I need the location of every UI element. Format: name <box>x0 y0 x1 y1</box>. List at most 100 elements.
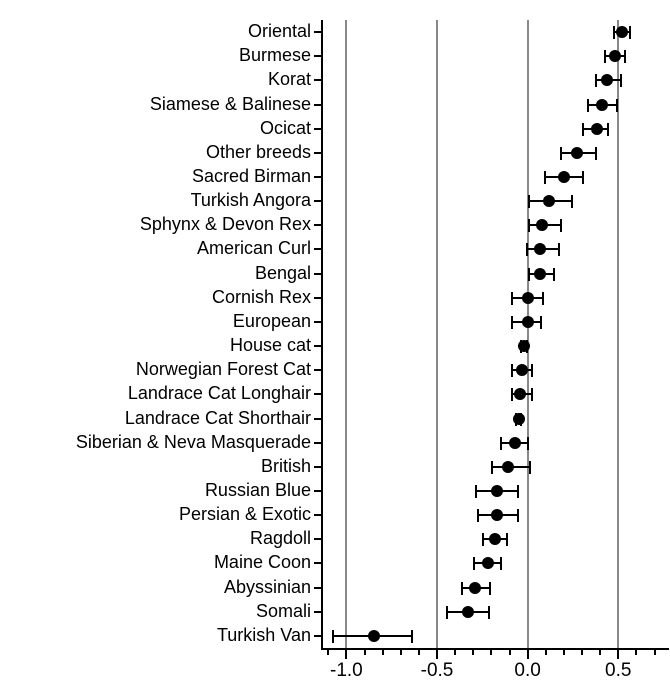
y-axis-tick <box>314 31 321 34</box>
error-bar-cap-high <box>500 557 503 571</box>
error-bar-cap-high <box>531 364 534 378</box>
plot-area <box>321 20 669 648</box>
x-axis-minor-tick <box>417 650 420 655</box>
estimate-dot <box>590 122 603 135</box>
error-bar-cap-low <box>482 533 485 547</box>
estimate-dot <box>570 146 583 159</box>
error-bar-cap-high <box>552 267 555 281</box>
x-axis-minor-tick <box>381 650 384 655</box>
estimate-dot <box>481 557 494 570</box>
error-bar-cap-low <box>543 171 546 184</box>
y-axis-label: Russian Blue <box>204 480 311 500</box>
error-bar-cap-low <box>511 388 514 402</box>
gridline <box>617 20 620 648</box>
y-axis-label: Oriental <box>247 21 311 42</box>
x-axis-major-tick <box>436 650 438 659</box>
error-bar-cap-low <box>511 364 514 378</box>
error-bar-cap-low <box>473 557 476 571</box>
error-bar-cap-high <box>628 26 631 40</box>
error-bar-cap-low <box>476 509 479 523</box>
x-axis-minor-tick <box>508 650 511 655</box>
x-axis-major-tick <box>617 650 620 659</box>
x-axis-minor-tick <box>472 650 475 655</box>
y-axis-tick <box>314 55 321 58</box>
error-bar-cap-high <box>560 219 563 233</box>
x-axis-tick-label: 0.0 <box>514 660 541 681</box>
y-axis-tick <box>314 79 321 82</box>
x-axis-tick-label: -0.5 <box>420 660 454 681</box>
y-axis-label: Bengal <box>254 262 311 283</box>
y-axis-tick <box>314 562 321 565</box>
y-axis-label: Siamese & Balinese <box>149 93 311 114</box>
y-axis-tick <box>314 176 321 178</box>
x-axis-minor-tick <box>653 650 656 655</box>
y-axis-tick <box>314 610 321 613</box>
estimate-dot <box>595 98 608 111</box>
x-axis-minor-tick <box>562 650 565 655</box>
estimate-dot <box>557 171 570 183</box>
error-bar-cap-low <box>527 219 530 233</box>
y-axis-tick <box>314 248 321 251</box>
error-bar-cap-low <box>582 122 584 136</box>
estimate-dot <box>608 50 621 63</box>
error-bar-cap-low <box>500 436 503 450</box>
error-bar-cap-low <box>560 146 563 160</box>
estimate-dot <box>615 26 628 39</box>
x-axis-minor-tick <box>454 650 457 655</box>
y-axis-label: Ocicat <box>259 117 311 138</box>
y-axis-tick <box>314 490 321 492</box>
y-axis-tick <box>314 127 321 130</box>
error-bar-cap-high <box>581 171 584 184</box>
error-bar-cap-low <box>525 243 528 257</box>
y-axis-label: Norwegian Forest Cat <box>135 359 311 380</box>
y-axis-label: Sacred Birman <box>191 166 311 186</box>
gridline <box>526 20 529 648</box>
error-bar-cap-low <box>511 291 514 305</box>
error-bar-cap-high <box>558 243 561 257</box>
error-bar-cap-high <box>623 50 626 64</box>
x-axis-minor-tick <box>635 650 638 655</box>
y-axis-tick <box>314 272 321 275</box>
estimate-dot <box>521 315 534 328</box>
estimate-dot <box>543 195 556 208</box>
error-bar-cap-high <box>531 388 534 402</box>
estimate-dot <box>490 509 503 522</box>
y-axis-label: Burmese <box>238 45 311 66</box>
forest-plot-figure: Oriental Burmese Korat Siamese & Balinese Oc… <box>0 0 670 686</box>
x-axis-minor-tick <box>363 650 366 655</box>
x-axis-major-tick <box>345 650 348 659</box>
estimate-dot <box>489 533 501 546</box>
y-axis-tick <box>314 320 321 323</box>
y-axis-label: Korat <box>267 69 311 90</box>
error-bar-cap-high <box>505 533 508 547</box>
estimate-dot <box>501 460 514 473</box>
error-bar-cap-low <box>446 605 449 619</box>
y-axis-tick <box>314 586 321 589</box>
estimate-dot <box>367 629 380 642</box>
error-bar-cap-high <box>570 195 573 209</box>
y-axis-label: House cat <box>229 335 311 356</box>
error-bar-cap-high <box>411 629 414 643</box>
gridline <box>436 20 438 648</box>
y-axis-tick <box>314 345 321 348</box>
x-axis-tick-label: -1.0 <box>330 660 363 681</box>
error-bar-cap-high <box>619 74 622 88</box>
estimate-dot <box>508 436 521 449</box>
y-axis-tick <box>314 514 321 517</box>
estimate-dot <box>469 581 482 594</box>
y-axis-label: Siberian & Neva Masquerade <box>75 431 311 452</box>
error-bar-cap-high <box>540 315 543 329</box>
y-axis-label: Persian & Exotic <box>178 504 311 525</box>
estimate-dot <box>521 291 534 304</box>
estimate-dot <box>490 485 503 497</box>
y-axis-tick <box>314 151 321 154</box>
error-bar-cap-low <box>511 315 514 329</box>
gridline <box>345 20 348 648</box>
y-axis-label: European <box>232 310 311 331</box>
y-axis-label: Other breeds <box>205 141 311 162</box>
x-axis-minor-tick <box>399 650 402 655</box>
estimate-dot <box>534 243 547 256</box>
estimate-dot <box>534 267 547 280</box>
x-axis-minor-tick <box>327 650 330 655</box>
y-axis-tick <box>314 465 321 468</box>
